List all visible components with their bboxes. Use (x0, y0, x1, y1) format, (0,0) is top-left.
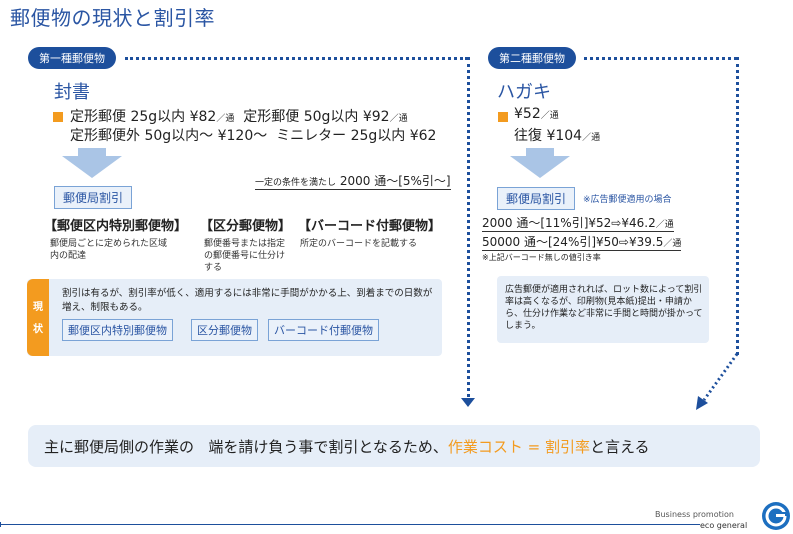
tag-barcode: バーコード付郵便物 (268, 319, 379, 341)
down-arrow-stem (78, 148, 106, 156)
postcard-return-price: 往復 ¥104／通 (514, 128, 601, 144)
tag-sorted: 区分郵便物 (191, 319, 258, 341)
footer-line-cap (0, 522, 1, 527)
orange-bullet-icon (53, 112, 63, 122)
dotted-connector-right-vertical (736, 57, 739, 355)
condition-text: 一定の条件を満たし 2000 通〜[5%引〜] (255, 174, 451, 190)
second-class-badge: 第二種郵便物 (488, 47, 576, 69)
status-text: 割引は有るが、割引率が低く、適用するには非常に手間がかかる上、到着までの日数が増… (62, 288, 433, 313)
page-title: 郵便物の現状と割引率 (10, 6, 215, 30)
rate-row-1: 2000 通〜[11%引]¥52⇨¥46.2／通 (482, 216, 674, 232)
down-arrow-icon (510, 156, 570, 178)
envelope-heading: 封書 (54, 82, 90, 103)
rate-row-2: 50000 通〜[24%引]¥50⇨¥39.5／通 (482, 235, 682, 251)
price-row-1: 定形郵便 25g以内 ¥82／通 定形郵便 50g以内 ¥92／通 (70, 109, 408, 125)
postcard-discount-label: 郵便局割引 (497, 187, 576, 210)
category-desc-barcode: 所定のバーコードを記載する (300, 239, 418, 249)
footer-line (0, 524, 700, 525)
arrow-down-icon (461, 398, 475, 407)
status-tab: 現状 (27, 279, 49, 356)
category-desc-sorted: 郵便番号または指定の郵便番号に仕分けする (204, 239, 286, 273)
dotted-connector-vertical (467, 57, 470, 397)
summary-banner: 主に郵便局側の作業の 端を請け負う事で割引となるため、作業コスト = 割引率と言… (28, 425, 760, 467)
category-desc-district: 郵便局ごとに定められた区域内の配達 (50, 239, 168, 261)
dotted-connector (125, 57, 468, 60)
postcard-price: ¥52／通 (514, 106, 559, 122)
category-sorted: 【区分郵便物】 (200, 219, 292, 234)
category-barcode: 【バーコード付郵便物】 (298, 219, 442, 234)
footer-business-promotion: Business promotion (655, 510, 734, 519)
price-row-2: 定形郵便外 50g以内〜 ¥120〜 ミニレター 25g以内 ¥62 (70, 128, 437, 144)
dotted-connector-right (584, 57, 737, 60)
category-district-special: 【郵便区内特別郵便物】 (44, 219, 188, 234)
dotted-diagonal-arrow-icon (696, 353, 739, 410)
ad-mail-note: ※広告郵便適用の場合 (583, 195, 672, 205)
post-office-discount-label: 郵便局割引 (54, 186, 133, 209)
first-class-badge: 第一種郵便物 (28, 47, 116, 69)
down-arrow-stem (526, 148, 554, 156)
tag-district-special: 郵便区内特別郵便物 (62, 319, 173, 341)
footer-eco-general: eco general (700, 521, 748, 530)
down-arrow-icon (62, 156, 122, 178)
rate-note: ※上記バーコード無しの値引き率 (482, 253, 601, 262)
postcard-heading: ハガキ (497, 82, 551, 103)
ad-mail-panel-text: 広告郵便が適用されれば、ロット数によって割引率は高くなるが、印刷物(見本紙)提出… (505, 285, 703, 331)
eco-general-logo-icon (762, 502, 790, 530)
orange-bullet-icon (498, 112, 508, 122)
